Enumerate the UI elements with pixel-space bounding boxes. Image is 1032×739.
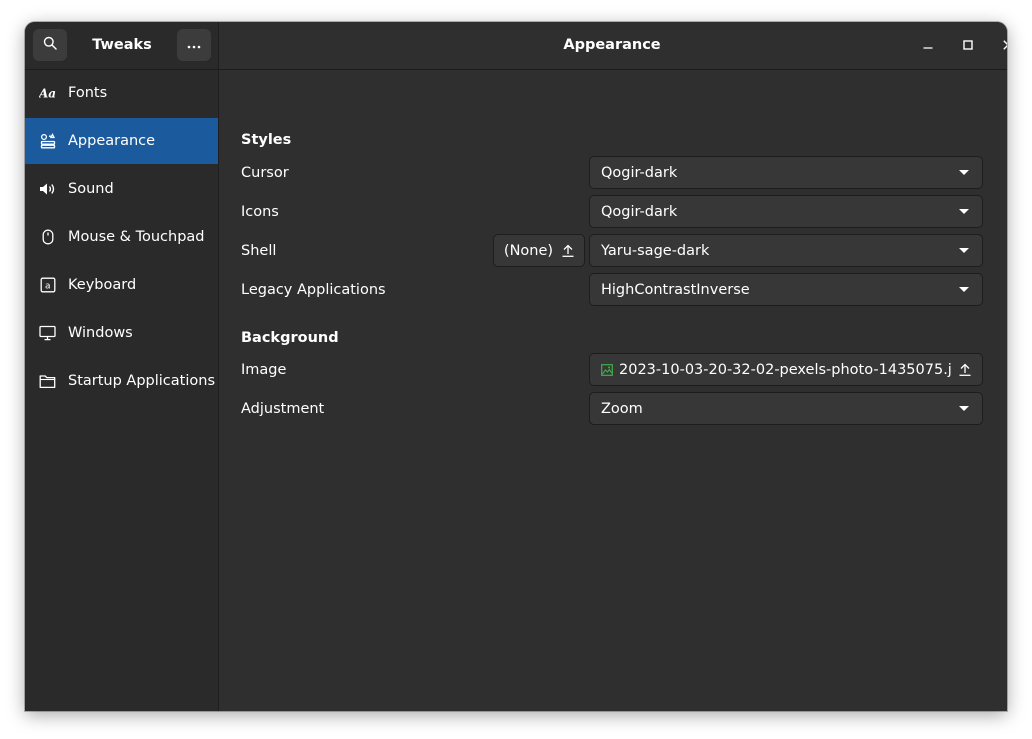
monitor-icon — [39, 325, 56, 342]
adjustment-dropdown[interactable]: Zoom — [589, 392, 983, 425]
sidebar-item-sound[interactable]: Sound — [25, 166, 218, 212]
maximize-button[interactable] — [956, 34, 980, 58]
image-file-button[interactable]: 2023-10-03-20-32-02-pexels-photo-1435075… — [589, 353, 983, 386]
svg-text:a: a — [45, 281, 51, 291]
upload-icon — [959, 363, 971, 376]
menu-button[interactable] — [177, 29, 211, 61]
shell-value: Yaru-sage-dark — [601, 242, 710, 259]
sidebar: Tweaks Aa Fonts Appearance Sound Mouse &… — [25, 22, 219, 711]
upload-icon — [562, 244, 574, 257]
legacy-applications-value: HighContrastInverse — [601, 281, 750, 298]
font-icon: Aa — [39, 85, 56, 102]
dropdown-arrow-icon — [959, 406, 969, 411]
more-options-icon — [187, 37, 201, 53]
image-label: Image — [241, 362, 287, 378]
mouse-icon — [39, 229, 56, 246]
folder-icon — [39, 373, 56, 390]
cursor-label: Cursor — [241, 165, 289, 181]
appearance-icon — [39, 133, 56, 150]
speaker-icon — [39, 181, 56, 198]
sidebar-item-keyboard[interactable]: a Keyboard — [25, 262, 218, 308]
keyboard-icon: a — [39, 277, 56, 294]
sidebar-item-label: Appearance — [68, 133, 156, 149]
sidebar-item-fonts[interactable]: Aa Fonts — [25, 70, 218, 116]
cursor-value: Qogir-dark — [601, 164, 678, 181]
sidebar-item-label: Sound — [68, 181, 114, 197]
cursor-dropdown[interactable]: Qogir-dark — [589, 156, 983, 189]
dropdown-arrow-icon — [959, 209, 969, 214]
sidebar-item-appearance[interactable]: Appearance — [25, 118, 218, 164]
sidebar-title: Tweaks — [92, 37, 152, 53]
shell-label: Shell — [241, 243, 277, 259]
shell-dropdown[interactable]: Yaru-sage-dark — [589, 234, 983, 267]
sidebar-item-windows[interactable]: Windows — [25, 310, 218, 356]
tweaks-window: Tweaks Aa Fonts Appearance Sound Mouse &… — [25, 22, 1007, 711]
dropdown-arrow-icon — [959, 248, 969, 253]
main-header: Appearance — [219, 22, 1007, 70]
sidebar-item-mouse-touchpad[interactable]: Mouse & Touchpad — [25, 214, 218, 260]
sidebar-nav: Aa Fonts Appearance Sound Mouse & Touchp… — [25, 70, 218, 406]
sidebar-item-startup-applications[interactable]: Startup Applications — [25, 358, 218, 404]
icons-value: Qogir-dark — [601, 203, 678, 220]
sidebar-item-label: Mouse & Touchpad — [68, 229, 205, 245]
sidebar-item-label: Fonts — [68, 85, 108, 101]
search-button[interactable] — [33, 29, 67, 61]
shell-upload-button[interactable]: (None) — [493, 234, 585, 267]
legacy-applications-label: Legacy Applications — [241, 282, 386, 298]
sidebar-item-label: Windows — [68, 325, 133, 341]
icons-label: Icons — [241, 204, 279, 220]
adjustment-value: Zoom — [601, 400, 643, 417]
adjustment-label: Adjustment — [241, 401, 325, 417]
minimize-icon — [923, 38, 933, 54]
icons-dropdown[interactable]: Qogir-dark — [589, 195, 983, 228]
close-button[interactable] — [996, 34, 1007, 58]
dropdown-arrow-icon — [959, 170, 969, 175]
sidebar-header: Tweaks — [25, 22, 218, 70]
sidebar-item-label: Keyboard — [68, 277, 137, 293]
legacy-applications-dropdown[interactable]: HighContrastInverse — [589, 273, 983, 306]
dropdown-arrow-icon — [959, 287, 969, 292]
image-file-value: 2023-10-03-20-32-02-pexels-photo-1435075… — [619, 361, 953, 378]
background-section-title: Background — [241, 330, 339, 346]
sidebar-item-label: Startup Applications — [68, 373, 215, 389]
page-title: Appearance — [563, 37, 661, 53]
maximize-icon — [963, 38, 973, 54]
shell-none-label: (None) — [503, 242, 554, 259]
minimize-button[interactable] — [916, 34, 940, 58]
appearance-page: Styles Cursor Qogir-dark Icons Qogir-dar… — [219, 70, 1007, 711]
image-file-icon — [601, 363, 613, 376]
close-icon — [1003, 38, 1007, 54]
search-icon — [43, 36, 57, 54]
styles-section-title: Styles — [241, 132, 292, 148]
svg-text:Aa: Aa — [39, 87, 56, 101]
